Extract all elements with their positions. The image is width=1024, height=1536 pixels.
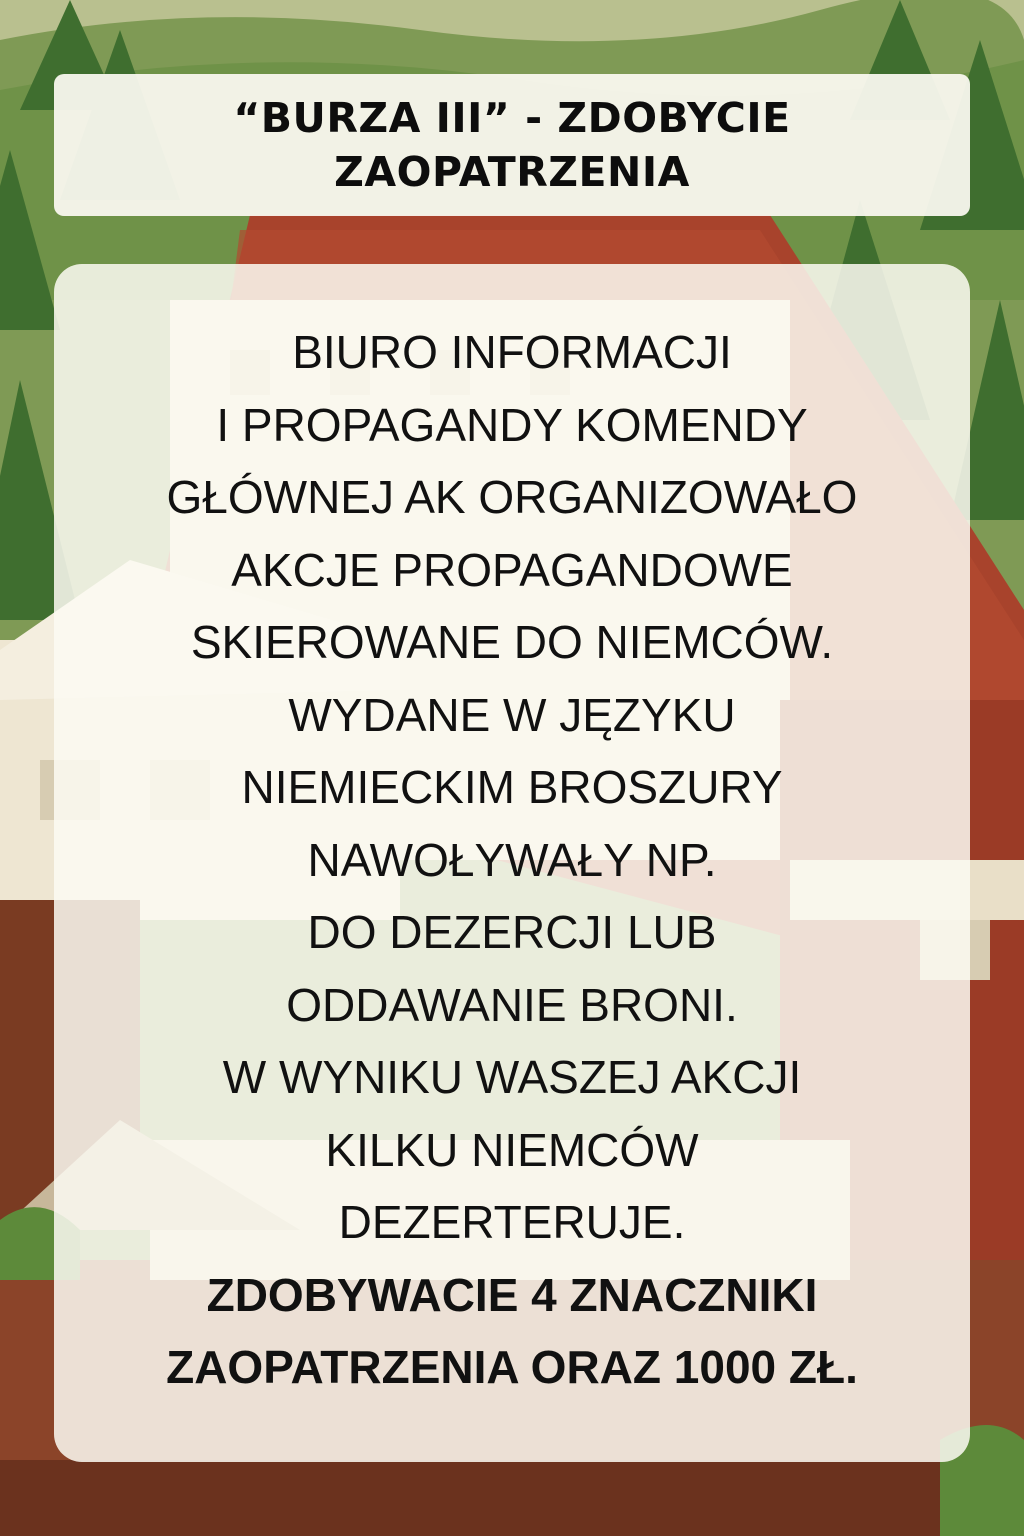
title-line-2: ZAOPATRZENIA <box>334 148 690 196</box>
story-line: SKIEROWANE DO NIEMCÓW. <box>190 616 834 668</box>
story-line: AKCJE PROPAGANDOWE <box>231 543 793 596</box>
story-line: WYDANE W JĘZYKU <box>288 688 736 741</box>
story-line: DO DEZERCJI LUB <box>307 906 717 958</box>
story-line: KILKU NIEMCÓW <box>325 1123 699 1176</box>
title-line-1: “BURZA III” - ZDOBYCIE <box>233 94 791 142</box>
title-banner: “BURZA III” - ZDOBYCIE ZAOPATRZENIA <box>54 74 970 216</box>
story-line: NAWOŁYWAŁY NP. <box>307 833 717 886</box>
story-line: GŁÓWNEJ AK ORGANIZOWAŁO <box>166 471 858 523</box>
story-text: BIURO INFORMACJI I PROPAGANDY KOMENDY GŁ… <box>54 316 970 1404</box>
story-line: DEZERTERUJE. <box>338 1196 686 1248</box>
story-line: ODDAWANIE BRONI. <box>286 978 738 1031</box>
story-card: BIURO INFORMACJI I PROPAGANDY KOMENDY GŁ… <box>54 264 970 1462</box>
reward-line: ZAOPATRZENIA ORAZ 1000 ZŁ. <box>166 1341 858 1393</box>
story-line: I PROPAGANDY KOMENDY <box>216 398 808 451</box>
story-line: W WYNIKU WASZEJ AKCJI <box>222 1051 802 1103</box>
reward-line: ZDOBYWACIE 4 ZNACZNIKI <box>206 1268 818 1321</box>
story-line: NIEMIECKIM BROSZURY <box>241 761 783 813</box>
story-line: BIURO INFORMACJI <box>292 326 732 378</box>
